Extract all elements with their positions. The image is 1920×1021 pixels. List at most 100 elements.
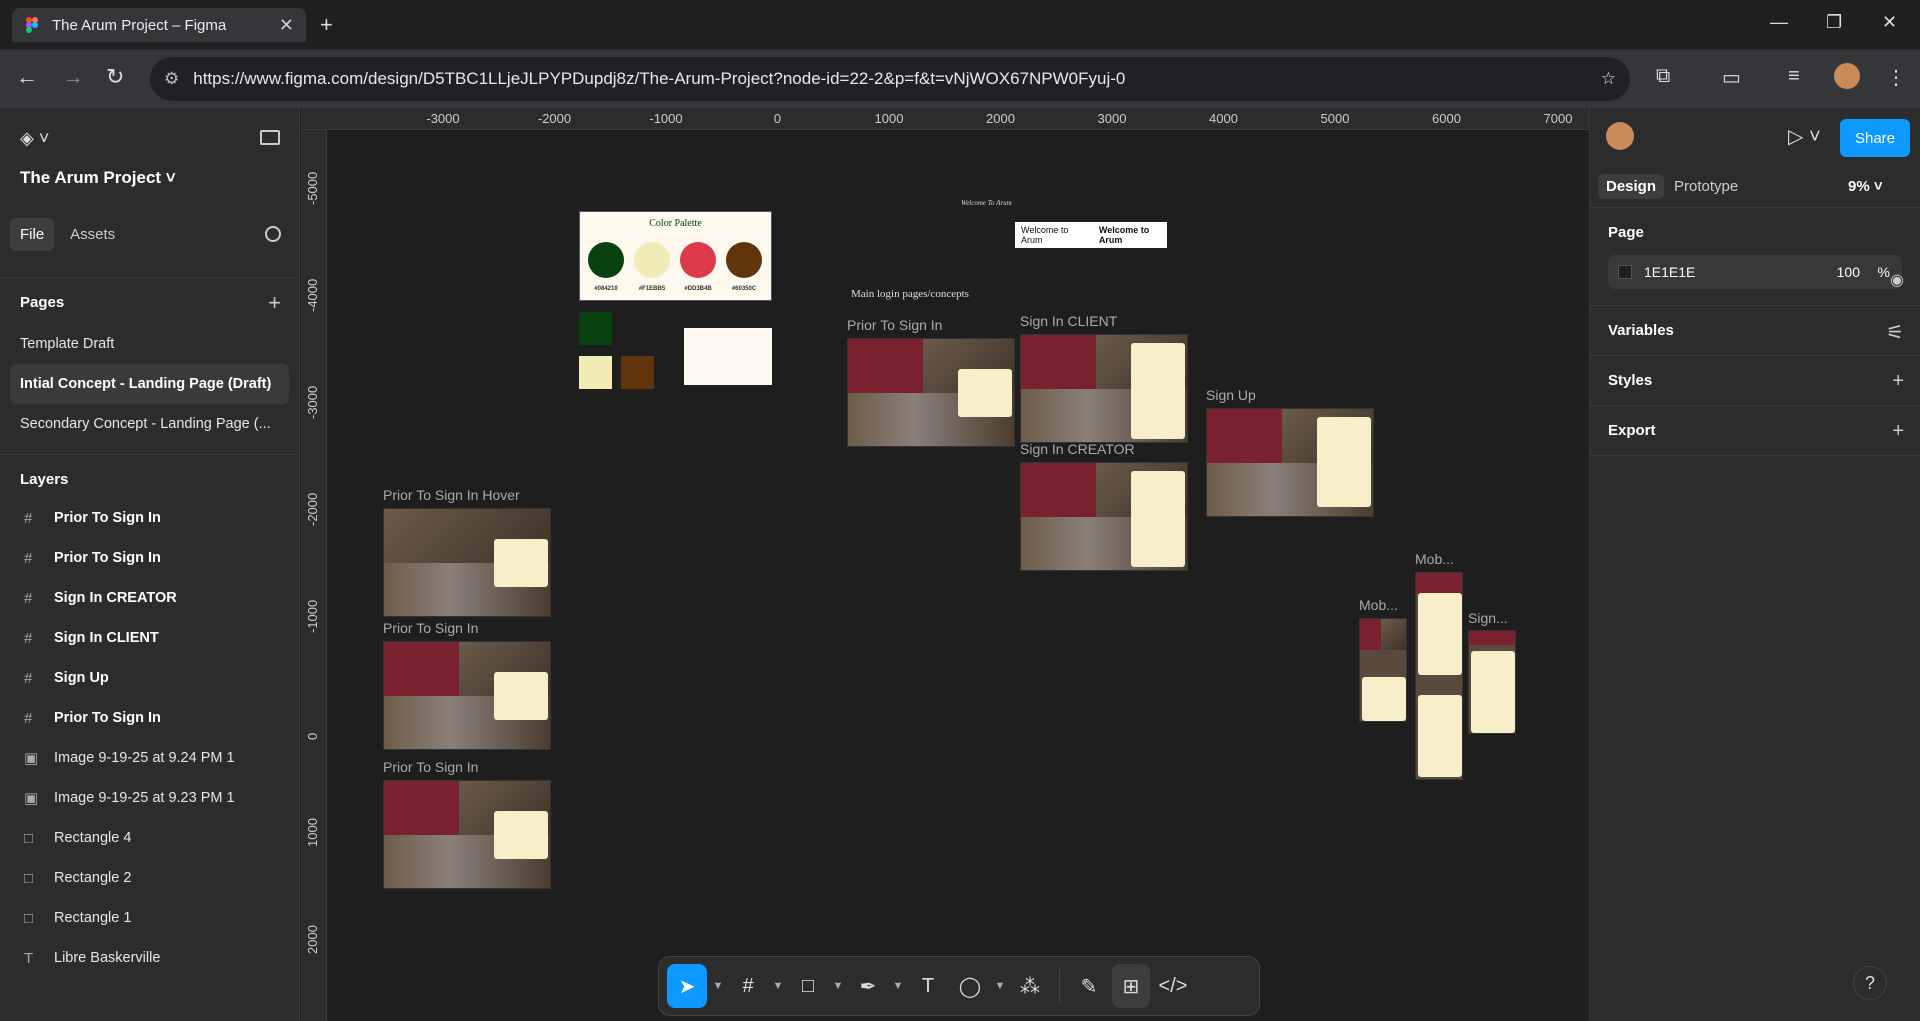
frame-label[interactable]: Mob...: [1415, 551, 1454, 567]
design-canvas[interactable]: -3000 -2000 -1000 0 1000 2000 3000 4000 5000 6000…: [301, 108, 1589, 1021]
present-play-icon[interactable]: ▷ ˅: [1788, 124, 1821, 149]
frame-label[interactable]: Mob...: [1359, 597, 1398, 613]
page-item[interactable]: Intial Concept - Landing Page (Draft): [10, 364, 289, 404]
browser-menu-icon[interactable]: ⋮: [1886, 65, 1906, 90]
variables-settings-icon[interactable]: ⚟: [1886, 320, 1904, 345]
help-icon[interactable]: ?: [1853, 966, 1887, 1000]
site-settings-icon[interactable]: ⚙: [164, 69, 179, 89]
welcome-banner[interactable]: Welcome to Arum Welcome to Arum: [1015, 222, 1167, 248]
chevron-down-icon[interactable]: ▼: [771, 964, 785, 1008]
brown-swatch-rect[interactable]: [621, 356, 654, 389]
page-item[interactable]: Template Draft: [0, 324, 299, 364]
profile-avatar[interactable]: [1834, 63, 1860, 89]
frame-thumbnail[interactable]: [1206, 408, 1374, 517]
fill-swatch[interactable]: [1618, 265, 1632, 279]
dev-mode-icon[interactable]: </>: [1154, 964, 1192, 1008]
layer-item[interactable]: T Libre Baskerville: [0, 938, 299, 978]
cream-swatch-rect[interactable]: [579, 356, 612, 389]
frame-thumbnail[interactable]: [383, 508, 551, 617]
fill-opacity[interactable]: 100: [1837, 264, 1860, 280]
actions-icon[interactable]: ⁂: [1011, 964, 1049, 1008]
page-item[interactable]: Secondary Concept - Landing Page (...: [0, 404, 299, 444]
section-heading[interactable]: Main login pages/concepts: [851, 288, 969, 300]
restore-icon[interactable]: ❐: [1826, 12, 1842, 33]
frame-label[interactable]: Sign In CLIENT: [1020, 313, 1117, 329]
move-tool-icon[interactable]: ➤: [667, 964, 707, 1008]
chevron-down-icon[interactable]: ▼: [993, 964, 1007, 1008]
close-window-icon[interactable]: ✕: [1882, 12, 1897, 33]
frame-label[interactable]: Prior To Sign In: [383, 759, 478, 775]
add-style-icon[interactable]: +: [1892, 370, 1904, 393]
sidebar-toggle-icon[interactable]: [260, 130, 280, 145]
search-icon[interactable]: [265, 226, 281, 242]
color-palette-frame[interactable]: Color Palette #084210 #F1EBB5 #DD3B4B #6035…: [579, 211, 772, 301]
layer-item[interactable]: ▣ Image 9-19-25 at 9.24 PM 1: [0, 738, 299, 778]
frame-thumbnail[interactable]: [847, 338, 1015, 447]
chevron-down-icon[interactable]: ▼: [711, 964, 725, 1008]
reload-icon[interactable]: ↻: [106, 64, 124, 90]
close-tab-icon[interactable]: ✕: [279, 15, 294, 36]
share-button[interactable]: Share: [1840, 119, 1910, 157]
frame-thumbnail[interactable]: [1359, 618, 1407, 722]
palette-swatch[interactable]: [680, 242, 716, 278]
page-fill-field[interactable]: 1E1E1E 100 %: [1608, 255, 1902, 289]
chevron-down-icon[interactable]: ▼: [831, 964, 845, 1008]
green-swatch-rect[interactable]: [579, 312, 612, 345]
layer-item[interactable]: # Sign Up: [0, 658, 299, 698]
minimize-icon[interactable]: —: [1770, 12, 1788, 33]
browser-tab[interactable]: The Arum Project – Figma ✕: [12, 8, 306, 42]
figma-menu-icon[interactable]: ◈ ˅: [20, 128, 49, 149]
project-name[interactable]: The Arum Project ˅: [20, 168, 176, 188]
tab-file[interactable]: File: [10, 218, 55, 251]
pen-tool-icon[interactable]: ✒: [849, 964, 887, 1008]
comment-tool-icon[interactable]: ◯: [951, 964, 989, 1008]
layer-item[interactable]: # Prior To Sign In: [0, 498, 299, 538]
layer-item[interactable]: # Prior To Sign In: [0, 698, 299, 738]
frame-label[interactable]: Prior To Sign In: [383, 620, 478, 636]
typography-card[interactable]: [684, 328, 772, 385]
cast-icon[interactable]: ▭: [1722, 65, 1741, 90]
layer-item[interactable]: # Sign In CREATOR: [0, 578, 299, 618]
address-bar[interactable]: ⚙ https://www.figma.com/design/D5TBC1LLj…: [150, 57, 1630, 101]
new-tab-icon[interactable]: +: [320, 12, 333, 38]
frame-tool-icon[interactable]: #: [729, 964, 767, 1008]
draw-mode-icon[interactable]: ✎: [1070, 964, 1108, 1008]
add-export-icon[interactable]: +: [1892, 420, 1904, 443]
layer-item[interactable]: # Sign In CLIENT: [0, 618, 299, 658]
frame-thumbnail[interactable]: [1020, 462, 1188, 571]
frame-label[interactable]: Sign Up: [1206, 387, 1256, 403]
palette-swatch[interactable]: [634, 242, 670, 278]
forward-icon[interactable]: →: [62, 64, 84, 90]
layer-item[interactable]: □ Rectangle 1: [0, 898, 299, 938]
bookmark-star-icon[interactable]: ☆: [1601, 69, 1616, 89]
layer-item[interactable]: □ Rectangle 4: [0, 818, 299, 858]
fill-hex[interactable]: 1E1E1E: [1644, 264, 1695, 280]
text-tool-icon[interactable]: T: [909, 964, 947, 1008]
layer-item[interactable]: □ Rectangle 2: [0, 858, 299, 898]
layer-item[interactable]: # Prior To Sign In: [0, 538, 299, 578]
welcome-small-text[interactable]: Welcome To Arum: [961, 199, 1012, 207]
rectangle-tool-icon[interactable]: □: [789, 964, 827, 1008]
visibility-eye-icon[interactable]: ◉: [1890, 270, 1904, 290]
frame-thumbnail[interactable]: [1415, 572, 1463, 780]
frame-label[interactable]: Sign...: [1468, 610, 1508, 626]
frame-thumbnail[interactable]: [383, 780, 551, 889]
palette-swatch[interactable]: [588, 242, 624, 278]
frame-thumbnail[interactable]: [1468, 630, 1516, 734]
frame-label[interactable]: Prior To Sign In: [847, 317, 942, 333]
add-page-icon[interactable]: +: [268, 290, 281, 316]
tab-design[interactable]: Design: [1598, 174, 1665, 199]
tab-assets[interactable]: Assets: [60, 218, 125, 251]
media-icon[interactable]: ≡: [1788, 65, 1800, 88]
design-mode-icon[interactable]: ⊞: [1112, 964, 1150, 1008]
zoom-level[interactable]: 9% ˅: [1848, 178, 1883, 195]
palette-swatch[interactable]: [726, 242, 762, 278]
extensions-icon[interactable]: ⧉: [1656, 65, 1670, 88]
frame-label[interactable]: Prior To Sign In Hover: [383, 487, 520, 503]
layer-item[interactable]: ▣ Image 9-19-25 at 9.23 PM 1: [0, 778, 299, 818]
tab-prototype[interactable]: Prototype: [1666, 174, 1746, 199]
back-icon[interactable]: ←: [16, 64, 38, 90]
frame-label[interactable]: Sign In CREATOR: [1020, 441, 1135, 457]
chevron-down-icon[interactable]: ▼: [891, 964, 905, 1008]
user-avatar[interactable]: [1606, 122, 1634, 150]
